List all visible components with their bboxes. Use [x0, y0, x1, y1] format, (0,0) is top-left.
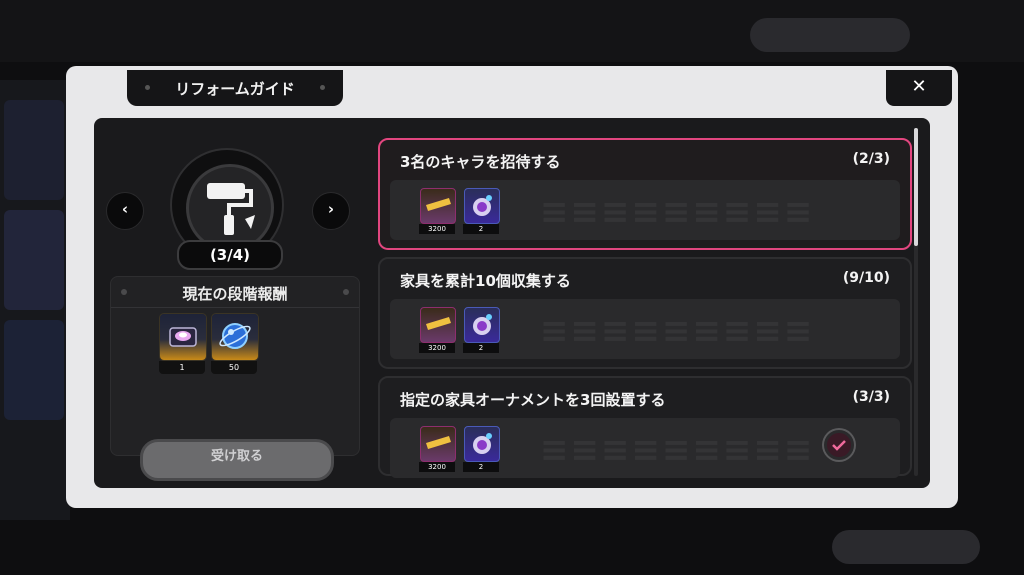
reward-item[interactable] [211, 313, 259, 361]
reward-item[interactable] [159, 313, 207, 361]
reward-dot [343, 289, 349, 295]
watermark-graphic: ≡≡≡≡≡≡≡≡≡ [540, 430, 815, 470]
reward-count: 2 [463, 224, 499, 234]
blue-orb-icon [219, 323, 251, 349]
background-pill [750, 18, 910, 52]
quest-progress: (2/3) [852, 151, 890, 167]
scrollbar-thumb[interactable] [914, 128, 918, 246]
completed-check-icon [824, 430, 854, 460]
chevron-right-icon: › [327, 200, 335, 218]
watermark-graphic: ≡≡≡≡≡≡≡≡≡ [540, 311, 815, 351]
current-reward-box: 現在の段階報酬 1 50 [110, 276, 360, 456]
background-sidebar [0, 80, 70, 520]
quest-reward-panel: ≡≡≡≡≡≡≡≡≡ 3200 2 [390, 299, 900, 359]
quest-reward-panel: ≡≡≡≡≡≡≡≡≡ 3200 2 [390, 180, 900, 240]
quest-reward-panel: ≡≡≡≡≡≡≡≡≡ 3200 2 [390, 418, 900, 478]
quest-card[interactable]: 指定の家具オーナメントを3回設置する (3/3) ≡≡≡≡≡≡≡≡≡ 3200 … [378, 376, 912, 478]
divider [111, 307, 359, 308]
stage-progress: (3/4) [177, 240, 283, 270]
quest-title: 3名のキャラを招待する [400, 153, 561, 171]
quest-title: 家具を累計10個収集する [400, 272, 571, 290]
quest-card[interactable]: 3名のキャラを招待する (2/3) ≡≡≡≡≡≡≡≡≡ 3200 2 [378, 138, 912, 250]
receive-button[interactable]: 受け取る [140, 439, 334, 481]
current-reward-title: 現在の段階報酬 [182, 285, 288, 303]
reward-count: 1 [159, 361, 205, 374]
planet-orb-icon[interactable] [464, 426, 500, 462]
prev-stage-button[interactable]: ‹ [106, 192, 144, 230]
planet-orb-icon[interactable] [464, 307, 500, 343]
next-stage-button[interactable]: › [312, 192, 350, 230]
reward-count: 2 [463, 343, 499, 353]
watermark-graphic: ≡≡≡≡≡≡≡≡≡ [540, 192, 815, 232]
reward-count: 3200 [419, 343, 455, 353]
paint-roller-icon [207, 183, 255, 235]
background-card [4, 320, 64, 420]
close-icon: ✕ [911, 76, 927, 97]
gift-box-icon [169, 327, 197, 347]
quest-progress: (3/3) [852, 389, 890, 405]
ticket-icon[interactable] [420, 188, 456, 224]
reward-count: 2 [463, 462, 499, 472]
quest-title: 指定の家具オーナメントを3回設置する [400, 391, 666, 409]
background-card [4, 100, 64, 200]
background-pill [832, 530, 980, 564]
stage-emblem-inner [186, 164, 274, 252]
quest-progress: (9/10) [842, 270, 890, 286]
ticket-icon[interactable] [420, 426, 456, 462]
reward-count: 3200 [419, 462, 455, 472]
modal-title: リフォームガイド [175, 80, 295, 98]
planet-orb-icon[interactable] [464, 188, 500, 224]
close-button[interactable]: ✕ [886, 70, 952, 106]
chevron-left-icon: ‹ [121, 200, 129, 218]
quest-card[interactable]: 家具を累計10個収集する (9/10) ≡≡≡≡≡≡≡≡≡ 3200 2 [378, 257, 912, 369]
ticket-icon[interactable] [420, 307, 456, 343]
reward-count: 3200 [419, 224, 455, 234]
title-dot [320, 85, 325, 90]
modal-title-tab: リフォームガイド [127, 70, 343, 106]
background-card [4, 210, 64, 310]
reward-count: 50 [211, 361, 257, 374]
